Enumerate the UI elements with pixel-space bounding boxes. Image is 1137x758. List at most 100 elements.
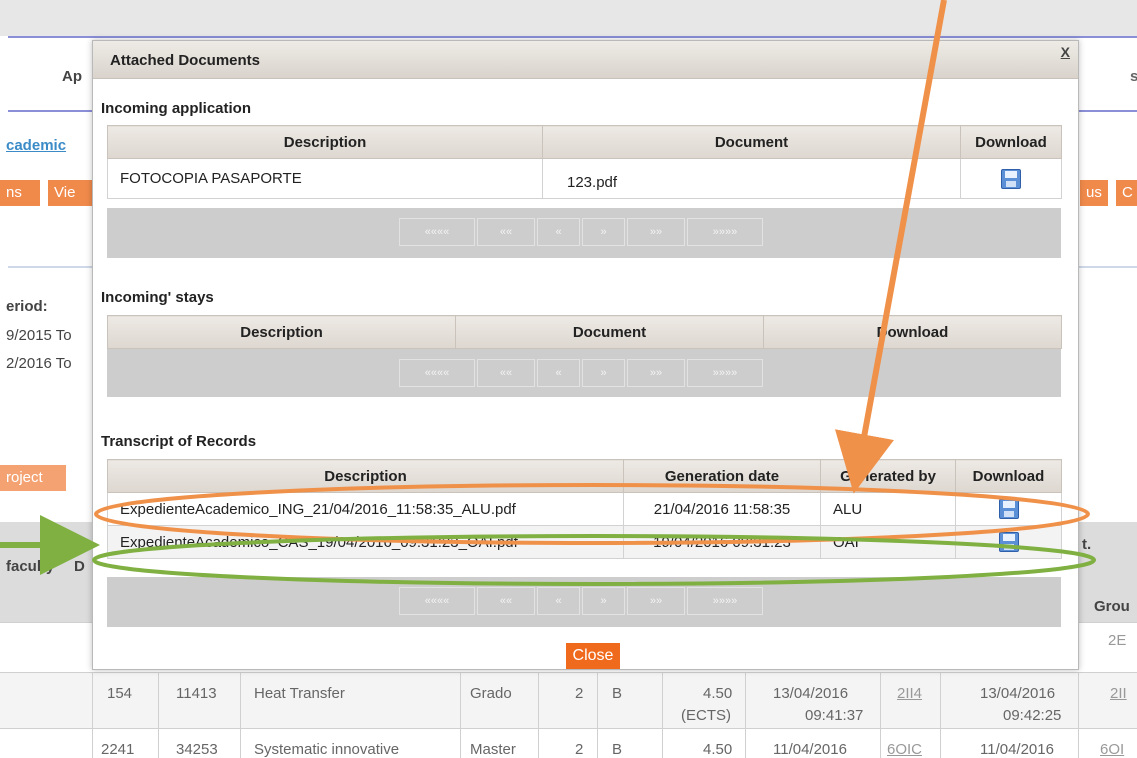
previous-page-button[interactable]: « bbox=[537, 218, 580, 246]
table-cell: 154 bbox=[107, 685, 133, 702]
table-row bbox=[0, 672, 1137, 728]
background-button[interactable]: us bbox=[1080, 180, 1108, 206]
column-header: Description bbox=[107, 125, 543, 159]
table-cell: B bbox=[612, 685, 623, 702]
table-row bbox=[0, 728, 1137, 758]
document-cell: 123.pdf bbox=[542, 158, 961, 199]
table-cell: 34253 bbox=[176, 741, 218, 758]
table-cell: 09:41:37 bbox=[805, 707, 864, 724]
table-cell: Heat Transfer bbox=[254, 685, 345, 702]
table-cell: (ECTS) bbox=[681, 707, 731, 724]
attached-documents-dialog: Attached Documents X Incoming applicatio… bbox=[92, 40, 1079, 670]
next-block-button[interactable]: »» bbox=[627, 359, 685, 387]
table-cell: B bbox=[612, 741, 623, 758]
first-page-button[interactable]: «««« bbox=[399, 359, 475, 387]
table-row: ExpedienteAcademico_CAS_19/04/2016_09:31… bbox=[107, 525, 1062, 559]
previous-page-button[interactable]: « bbox=[537, 587, 580, 615]
table-cell: 11413 bbox=[176, 685, 217, 702]
period-line: 9/2015 To bbox=[6, 327, 72, 344]
period-label: eriod: bbox=[6, 298, 48, 315]
table-cell: 09:42:25 bbox=[1003, 707, 1062, 724]
table-row: FOTOCOPIA PASAPORTE 123.pdf bbox=[107, 158, 1062, 199]
background-column-header: D bbox=[74, 558, 85, 575]
description-cell: ExpedienteAcademico_CAS_19/04/2016_09:31… bbox=[107, 525, 624, 559]
save-icon[interactable] bbox=[1001, 168, 1021, 189]
generation-date-cell: 19/04/2016 09:31:23 bbox=[623, 525, 821, 559]
description-cell: ExpedienteAcademico_ING_21/04/2016_11:58… bbox=[107, 492, 624, 526]
generated-by-cell: ALU bbox=[820, 492, 956, 526]
incoming-application-title: Incoming application bbox=[101, 100, 252, 117]
table-cell: 2241 bbox=[101, 741, 135, 758]
view-button[interactable]: Vie bbox=[48, 180, 92, 206]
next-page-button[interactable]: » bbox=[582, 218, 625, 246]
next-block-button[interactable]: »» bbox=[627, 218, 685, 246]
background-top-bar bbox=[0, 0, 1137, 36]
close-button[interactable]: Close bbox=[566, 643, 620, 669]
column-header: Document bbox=[542, 125, 961, 159]
generated-by-cell: OAI bbox=[820, 525, 956, 559]
next-page-button[interactable]: » bbox=[582, 359, 625, 387]
column-header: Description bbox=[107, 459, 624, 493]
dialog-header: Attached Documents X bbox=[93, 41, 1078, 79]
table-cell: 13/04/2016 bbox=[980, 685, 1056, 702]
column-header: Download bbox=[763, 315, 1062, 349]
table-cell: 2 bbox=[575, 741, 584, 758]
background-button[interactable]: C bbox=[1116, 180, 1137, 206]
group-link[interactable]: 2II4 bbox=[897, 685, 922, 702]
transcript-table: Description Generation date Generated by… bbox=[107, 459, 1062, 559]
table-cell: 2 bbox=[575, 685, 584, 702]
pagination-buttons: «««« «« « » »» »»»» bbox=[399, 218, 765, 246]
incoming-stays-title: Incoming' stays bbox=[101, 289, 214, 306]
table-row: ExpedienteAcademico_ING_21/04/2016_11:58… bbox=[107, 492, 1062, 526]
background-app-label: Ap bbox=[62, 68, 82, 85]
first-page-button[interactable]: «««« bbox=[399, 218, 475, 246]
previous-block-button[interactable]: «« bbox=[477, 218, 535, 246]
generation-date-cell: 21/04/2016 11:58:35 bbox=[623, 492, 821, 526]
column-header: Document bbox=[455, 315, 764, 349]
project-button[interactable]: roject bbox=[0, 465, 66, 491]
save-icon[interactable] bbox=[998, 499, 1019, 519]
table-cell: Master bbox=[470, 741, 516, 758]
table-cell: 4.50 bbox=[703, 741, 733, 758]
background-button[interactable]: ns bbox=[0, 180, 40, 206]
first-page-button[interactable]: «««« bbox=[399, 587, 475, 615]
save-icon[interactable] bbox=[998, 532, 1019, 552]
download-cell bbox=[960, 158, 1062, 199]
column-header: Download bbox=[955, 459, 1062, 493]
table-cell: Grado bbox=[470, 685, 512, 702]
download-cell bbox=[955, 492, 1062, 526]
group-link[interactable]: 2II bbox=[1110, 685, 1127, 702]
table-cell: 11/04/2016 bbox=[773, 741, 847, 758]
column-header: Description bbox=[107, 315, 456, 349]
background-column-header: t. bbox=[1082, 536, 1092, 553]
pagination-buttons: «««« «« « » »» »»»» bbox=[399, 359, 765, 387]
previous-block-button[interactable]: «« bbox=[477, 587, 535, 615]
academic-link[interactable]: cademic bbox=[6, 137, 66, 154]
next-page-button[interactable]: » bbox=[582, 587, 625, 615]
last-page-button[interactable]: »»»» bbox=[687, 359, 763, 387]
table-header-row: Description Document Download bbox=[107, 125, 1062, 159]
last-page-button[interactable]: »»»» bbox=[687, 218, 763, 246]
group-link[interactable]: 6OIC bbox=[887, 741, 922, 758]
background-cell: 2E bbox=[1108, 632, 1127, 649]
faculty-column-header: faculty bbox=[6, 558, 55, 575]
group-column-header: Grou bbox=[1094, 598, 1130, 615]
transcript-title: Transcript of Records bbox=[101, 433, 257, 450]
download-cell bbox=[955, 525, 1062, 559]
pagination-bar: «««« «« « » »» »»»» bbox=[107, 208, 1061, 258]
pagination-buttons: «««« «« « » »» »»»» bbox=[399, 587, 765, 615]
table-cell: 11/04/2016 bbox=[980, 741, 1054, 758]
next-block-button[interactable]: »» bbox=[627, 587, 685, 615]
background-s-label: s bbox=[1130, 68, 1137, 85]
table-header-row: Description Document Download bbox=[107, 315, 1062, 349]
table-cell: 4.50 bbox=[703, 685, 733, 702]
column-header: Generation date bbox=[623, 459, 821, 493]
incoming-stays-table: Description Document Download bbox=[107, 315, 1062, 349]
previous-page-button[interactable]: « bbox=[537, 359, 580, 387]
close-x-button[interactable]: X bbox=[1061, 44, 1070, 60]
last-page-button[interactable]: »»»» bbox=[687, 587, 763, 615]
group-link[interactable]: 6OI bbox=[1100, 741, 1124, 758]
pagination-bar: «««« «« « » »» »»»» bbox=[107, 349, 1061, 397]
previous-block-button[interactable]: «« bbox=[477, 359, 535, 387]
table-cell: 13/04/2016 bbox=[773, 685, 849, 702]
